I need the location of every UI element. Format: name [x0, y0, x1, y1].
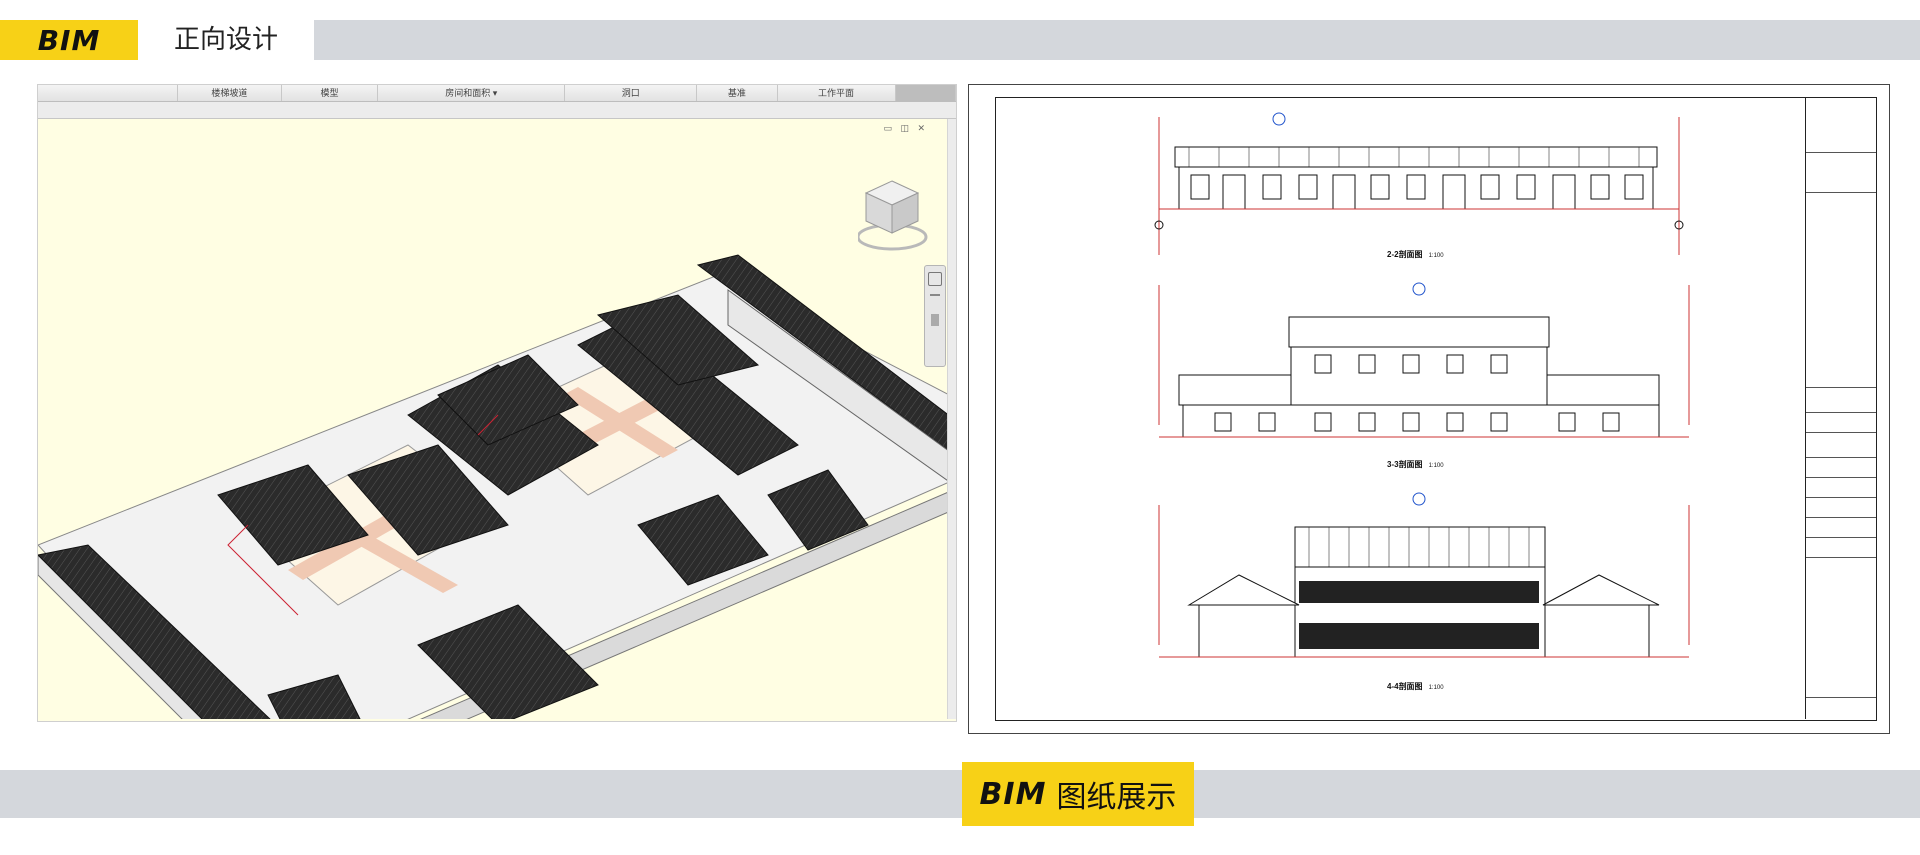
- ribbon-tab-openings[interactable]: 洞口: [565, 85, 698, 101]
- ribbon-tab-rooms-areas[interactable]: 房间和面积 ▾: [378, 85, 566, 101]
- footer-badge: BIM 图纸展示: [962, 762, 1194, 826]
- page-title: 正向设计: [174, 25, 279, 55]
- title-block: [1805, 97, 1876, 719]
- section-4-4-drawing: [1158, 492, 1690, 658]
- viewport-scrollbar[interactable]: [947, 119, 956, 719]
- courtyard-model-render: [38, 254, 948, 719]
- footer-band: [0, 770, 1920, 818]
- section-2-2-title: 2-2剖面图 1:100: [1387, 250, 1444, 259]
- ribbon-bar: 楼梯坡道 模型 房间和面积 ▾ 洞口 基准 工作平面: [38, 85, 956, 102]
- navigation-bar[interactable]: [924, 265, 946, 367]
- section-3-3-drawing: [1158, 282, 1690, 438]
- header-brand-badge: BIM: [0, 20, 138, 60]
- pan-icon[interactable]: [931, 314, 939, 326]
- drawing-sheet: 2-2剖面图 1:100 3-3剖面图 1:100 4-4剖面图 1:100: [968, 84, 1890, 734]
- header-brand: BIM: [37, 23, 101, 57]
- ribbon-tab-work-plane[interactable]: 工作平面: [778, 85, 896, 101]
- footer-label: 图纸展示: [1056, 780, 1177, 815]
- bim-3d-viewport[interactable]: 楼梯坡道 模型 房间和面积 ▾ 洞口 基准 工作平面 ▭ ◫ ✕: [37, 84, 957, 722]
- zoom-icon[interactable]: [930, 294, 940, 306]
- ribbon-tab-model[interactable]: 模型: [282, 85, 379, 101]
- ribbon-tab-stairs[interactable]: 楼梯坡道: [178, 85, 282, 101]
- ribbon-panel-row: [38, 102, 956, 119]
- section-4-4-title: 4-4剖面图 1:100: [1387, 682, 1444, 691]
- section-3-3-title: 3-3剖面图 1:100: [1387, 460, 1444, 469]
- viewcube-widget[interactable]: [858, 175, 928, 255]
- steering-wheel-icon[interactable]: [928, 272, 942, 286]
- ribbon-tab-datum[interactable]: 基准: [697, 85, 778, 101]
- footer-brand: BIM: [979, 776, 1047, 812]
